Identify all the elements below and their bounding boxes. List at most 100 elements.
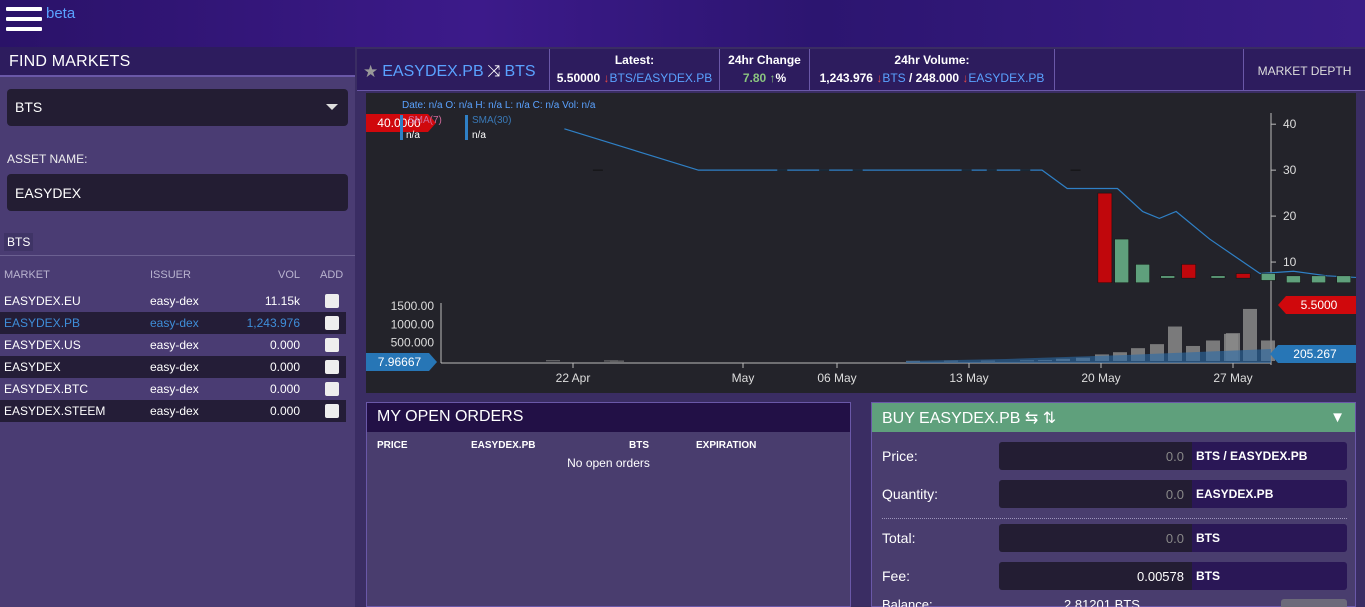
volume-tick-label: 1500.00 (391, 299, 435, 313)
volume-value-line: 1,243.976 ↓BTS / 248.000 ↓EASYDEX.PB (810, 71, 1054, 85)
market-issuer: easy-dex (150, 382, 199, 396)
total-unit: BTS (1192, 524, 1347, 552)
col-base[interactable]: BTS (629, 440, 649, 451)
change-value: 7.80 (742, 71, 767, 85)
market-header: ★ EASYDEX.PB ⤨ BTS Latest: 5.50000 ↓BTS/… (357, 49, 1365, 91)
menu-icon[interactable] (6, 7, 42, 35)
quantity-label: Quantity: (882, 486, 939, 502)
add-checkbox[interactable] (325, 360, 339, 374)
find-markets-title: FIND MARKETS (0, 47, 355, 77)
quote-asset-link[interactable]: EASYDEX.PB (382, 63, 483, 81)
candle-up (1160, 275, 1175, 279)
fee-row: Fee: 0.00578 BTS (882, 562, 1347, 590)
col-add: ADD (320, 269, 344, 281)
sma-line (564, 128, 1356, 279)
add-checkbox[interactable] (325, 404, 339, 418)
base-asset-link[interactable]: BTS (504, 63, 535, 81)
asset-name-input[interactable] (7, 174, 348, 211)
chart-info: Date: n/a O: n/a H: n/a L: n/a C: n/a Vo… (402, 100, 596, 111)
volume-bts-unit: BTS (882, 71, 906, 85)
latest-label: Latest: (614, 53, 655, 67)
add-checkbox[interactable] (325, 316, 339, 330)
time-tick-label: 22 Apr (556, 371, 591, 385)
col-quote[interactable]: EASYDEX.PB (471, 440, 535, 451)
sma7-value: n/a (406, 130, 420, 141)
change-unit: % (775, 71, 787, 85)
price-input[interactable]: 0.0 (999, 442, 1192, 470)
time-tick-label: May (732, 371, 755, 385)
candle-up (1311, 275, 1326, 283)
divider (0, 255, 355, 256)
volume-tick-label: 1000.00 (391, 317, 435, 331)
star-icon[interactable]: ★ (363, 62, 378, 82)
col-issuer[interactable]: ISSUER (150, 269, 191, 281)
market-issuer: easy-dex (150, 360, 199, 374)
buy-panel: BUY EASYDEX.PB ⇆ ⇅ ▼ Price: 0.0 BTS / EA… (871, 402, 1356, 607)
quantity-input[interactable]: 0.0 (999, 480, 1192, 508)
time-tick-label: 06 May (817, 371, 856, 385)
market-depth-button[interactable]: MARKET DEPTH (1243, 49, 1365, 91)
add-checkbox[interactable] (325, 338, 339, 352)
ohlc-info-text: Date: n/a O: n/a H: n/a L: n/a C: n/a Vo… (402, 100, 596, 111)
market-volume: 0.000 (269, 404, 300, 418)
volume-right-tag-text: 205.267 (1293, 347, 1337, 361)
fee-value: 0.00578 (999, 562, 1192, 590)
candle-up (1286, 275, 1301, 283)
col-market[interactable]: MARKET (4, 269, 50, 281)
market-issuer: easy-dex (150, 404, 199, 418)
col-vol[interactable]: VOL (278, 269, 300, 281)
volume-bts: 1,243.976 (819, 71, 873, 85)
change-label: 24hr Change (728, 53, 801, 67)
price-row: Price: 0.0 BTS / EASYDEX.PB (882, 442, 1347, 470)
fee-label: Fee: (882, 568, 911, 584)
quantity-unit: EASYDEX.PB (1192, 480, 1347, 508)
price-tick-label: 20 (1283, 209, 1297, 223)
market-row[interactable]: EASYDEX easy-dex 0.000 (0, 356, 346, 378)
market-name: EASYDEX.PB (4, 316, 81, 330)
fee-unit: BTS (1192, 562, 1347, 590)
candle-down (1181, 264, 1196, 279)
no-orders-text: No open orders (567, 456, 650, 470)
current-price-tag: 5.5000 (1278, 296, 1356, 314)
add-checkbox[interactable] (325, 382, 339, 396)
market-volume: 11.15k (264, 294, 300, 308)
balance-value[interactable]: 2.81201 BTS (1064, 597, 1140, 607)
candle-up (1261, 273, 1276, 281)
candle-down (1097, 192, 1113, 283)
candle-up (1210, 275, 1226, 279)
find-markets-panel: FIND MARKETS BTS ASSET NAME: BTS MARKET … (0, 47, 355, 607)
total-input[interactable]: 0.0 (999, 524, 1192, 552)
sma30-marker (465, 115, 468, 140)
candle-up (1114, 238, 1129, 283)
latest-value: 5.50000 (556, 71, 601, 85)
buy-header[interactable]: BUY EASYDEX.PB ⇆ ⇅ ▼ (872, 403, 1355, 432)
balance-button[interactable] (1281, 599, 1347, 607)
candle-down (1235, 273, 1251, 279)
market-name: EASYDEX.EU (4, 294, 81, 308)
col-price[interactable]: PRICE (377, 440, 408, 451)
price-chart[interactable]: Date: n/a O: n/a H: n/a L: n/a C: n/a Vo… (366, 93, 1356, 393)
volume-right-tag: 205.267 (1270, 345, 1356, 363)
sma30-label: SMA(30) (472, 115, 511, 126)
collapse-icon[interactable]: ▼ (1330, 409, 1345, 426)
market-row[interactable]: EASYDEX.BTC easy-dex 0.000 (0, 378, 346, 400)
market-row[interactable]: EASYDEX.US easy-dex 0.000 (0, 334, 346, 356)
candle-up (1336, 275, 1351, 283)
market-row-selected[interactable]: EASYDEX.PB easy-dex 1,243.976 (0, 312, 346, 334)
balance-label: Balance: (882, 597, 933, 607)
col-expiration[interactable]: EXPIRATION (696, 440, 756, 451)
latest-value-line: 5.50000 ↓BTS/EASYDEX.PB (550, 71, 719, 85)
price-chart-svg: Date: n/a O: n/a H: n/a L: n/a C: n/a Vo… (366, 100, 1356, 385)
dropdown-caret-icon (326, 104, 338, 110)
time-tick-label: 20 May (1081, 371, 1120, 385)
add-checkbox[interactable] (325, 294, 339, 308)
base-filter-chip[interactable]: BTS (4, 233, 34, 251)
base-asset-select[interactable]: BTS (7, 89, 348, 126)
quantity-row: Quantity: 0.0 EASYDEX.PB (882, 480, 1347, 508)
market-row[interactable]: EASYDEX.STEEM easy-dex 0.000 (0, 400, 346, 422)
sma7-marker (400, 115, 403, 140)
market-row[interactable]: EASYDEX.EU easy-dex 11.15k (0, 290, 346, 312)
swap-icon[interactable]: ⤨ (488, 63, 501, 81)
market-volume: 0.000 (269, 360, 300, 374)
price-label: Price: (882, 448, 918, 464)
